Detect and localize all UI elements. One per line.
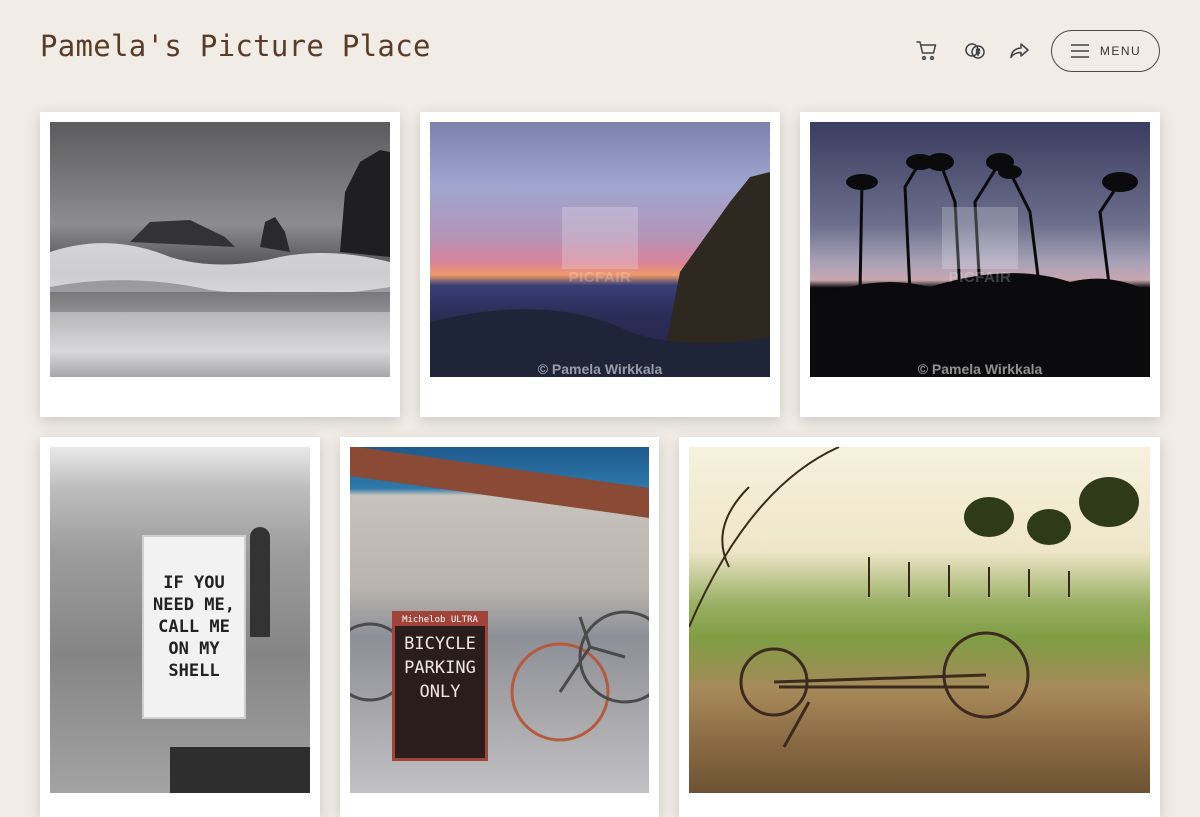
share-button[interactable] [1004,36,1034,66]
photo-canyon-sunset[interactable]: PICFAIR © Pamela Wirkkala [430,122,770,377]
site-title[interactable]: Pamela's Picture Place [40,29,431,63]
photo-card[interactable]: IF YOU NEED ME, CALL ME ON MY SHELL [40,437,320,817]
photo-card[interactable]: Michelob ULTRA BICYCLE PARKING ONLY [340,437,659,817]
photo-card[interactable]: PICFAIR © Pamela Wirkkala [420,112,780,417]
photo-credit: © Pamela Wirkkala [537,361,663,377]
currency-button[interactable] [960,36,990,66]
rocks-silhouette [50,150,390,312]
hamburger-icon [1070,44,1089,58]
photo-credit: © Pamela Wirkkala [917,361,1043,377]
plow-and-vines [689,447,1139,748]
photo-palm-silhouettes[interactable]: PICFAIR © Pamela Wirkkala [810,122,1150,377]
cart-button[interactable] [912,36,942,66]
shell-sign: IF YOU NEED ME, CALL ME ON MY SHELL [142,535,246,719]
share-icon [1010,43,1029,59]
photo-stormy-ocean[interactable] [50,122,390,377]
menu-label: MENU [1099,44,1142,58]
bollard [250,527,270,637]
photo-card[interactable] [679,437,1160,817]
menu-button[interactable]: MENU [1051,30,1160,72]
trees-silhouette [810,153,1150,377]
photo-card[interactable] [40,112,400,417]
drain-grate [170,747,310,793]
photo-shell-sign[interactable]: IF YOU NEED ME, CALL ME ON MY SHELL [50,447,310,793]
bicycle-parking-sign: Michelob ULTRA BICYCLE PARKING ONLY [392,611,488,761]
cart-icon [916,41,937,61]
cliff-silhouette [430,172,770,377]
photo-card[interactable]: PICFAIR © Pamela Wirkkala [800,112,1160,417]
currency-icon [965,43,985,59]
photo-bicycle-parking[interactable]: Michelob ULTRA BICYCLE PARKING ONLY [350,447,649,793]
photo-vineyard-plow[interactable] [689,447,1150,793]
